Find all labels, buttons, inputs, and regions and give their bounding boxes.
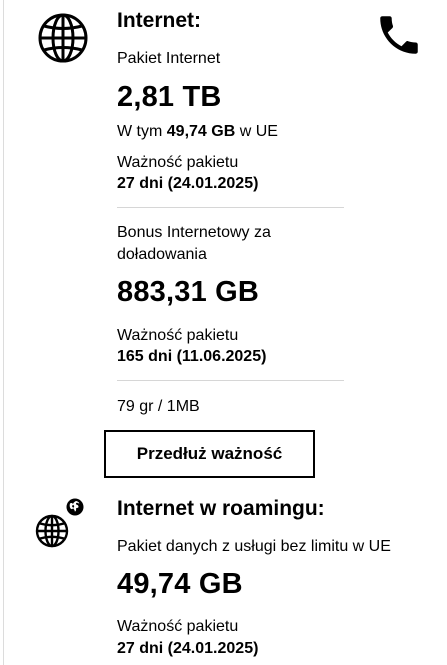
roaming-package-amount: 49,74 GB	[117, 568, 243, 600]
roaming-globe-icon	[35, 514, 69, 548]
divider	[117, 380, 344, 381]
package-validity-label: Ważność pakietu	[117, 154, 239, 171]
phone-icon[interactable]	[374, 10, 424, 60]
small-globe-icon	[66, 498, 84, 516]
internet-title: Internet:	[117, 9, 201, 32]
eu-suffix: w UE	[235, 123, 278, 140]
bonus-validity-label: Ważność pakietu	[117, 327, 239, 344]
roaming-title: Internet w roamingu:	[117, 497, 325, 520]
package-validity-value: 27 dni (24.01.2025)	[117, 175, 259, 192]
bonus-validity-value: 165 dni (11.06.2025)	[117, 348, 267, 365]
bonus-name-line2: doładowania	[117, 246, 207, 263]
eu-amount-line: W tym 49,74 GB w UE	[117, 122, 278, 142]
extend-validity-button[interactable]: Przedłuż ważność	[104, 430, 315, 478]
eu-prefix: W tym	[117, 123, 167, 140]
bonus-amount: 883,31 GB	[117, 276, 260, 308]
package-amount: 2,81 TB	[117, 81, 222, 113]
roaming-validity-label: Ważność pakietu	[117, 618, 239, 635]
bonus-name-line1: Bonus Internetowy za	[117, 224, 271, 241]
rate-text: 79 gr / 1MB	[117, 398, 200, 415]
divider	[117, 207, 344, 208]
globe-icon	[38, 13, 88, 63]
left-border	[3, 0, 4, 665]
eu-amount: 49,74 GB	[166, 123, 236, 140]
package-name: Pakiet Internet	[117, 50, 221, 67]
roaming-validity-value: 27 dni (24.01.2025)	[117, 640, 259, 657]
roaming-package-name: Pakiet danych z usługi bez limitu w UE	[117, 538, 391, 555]
